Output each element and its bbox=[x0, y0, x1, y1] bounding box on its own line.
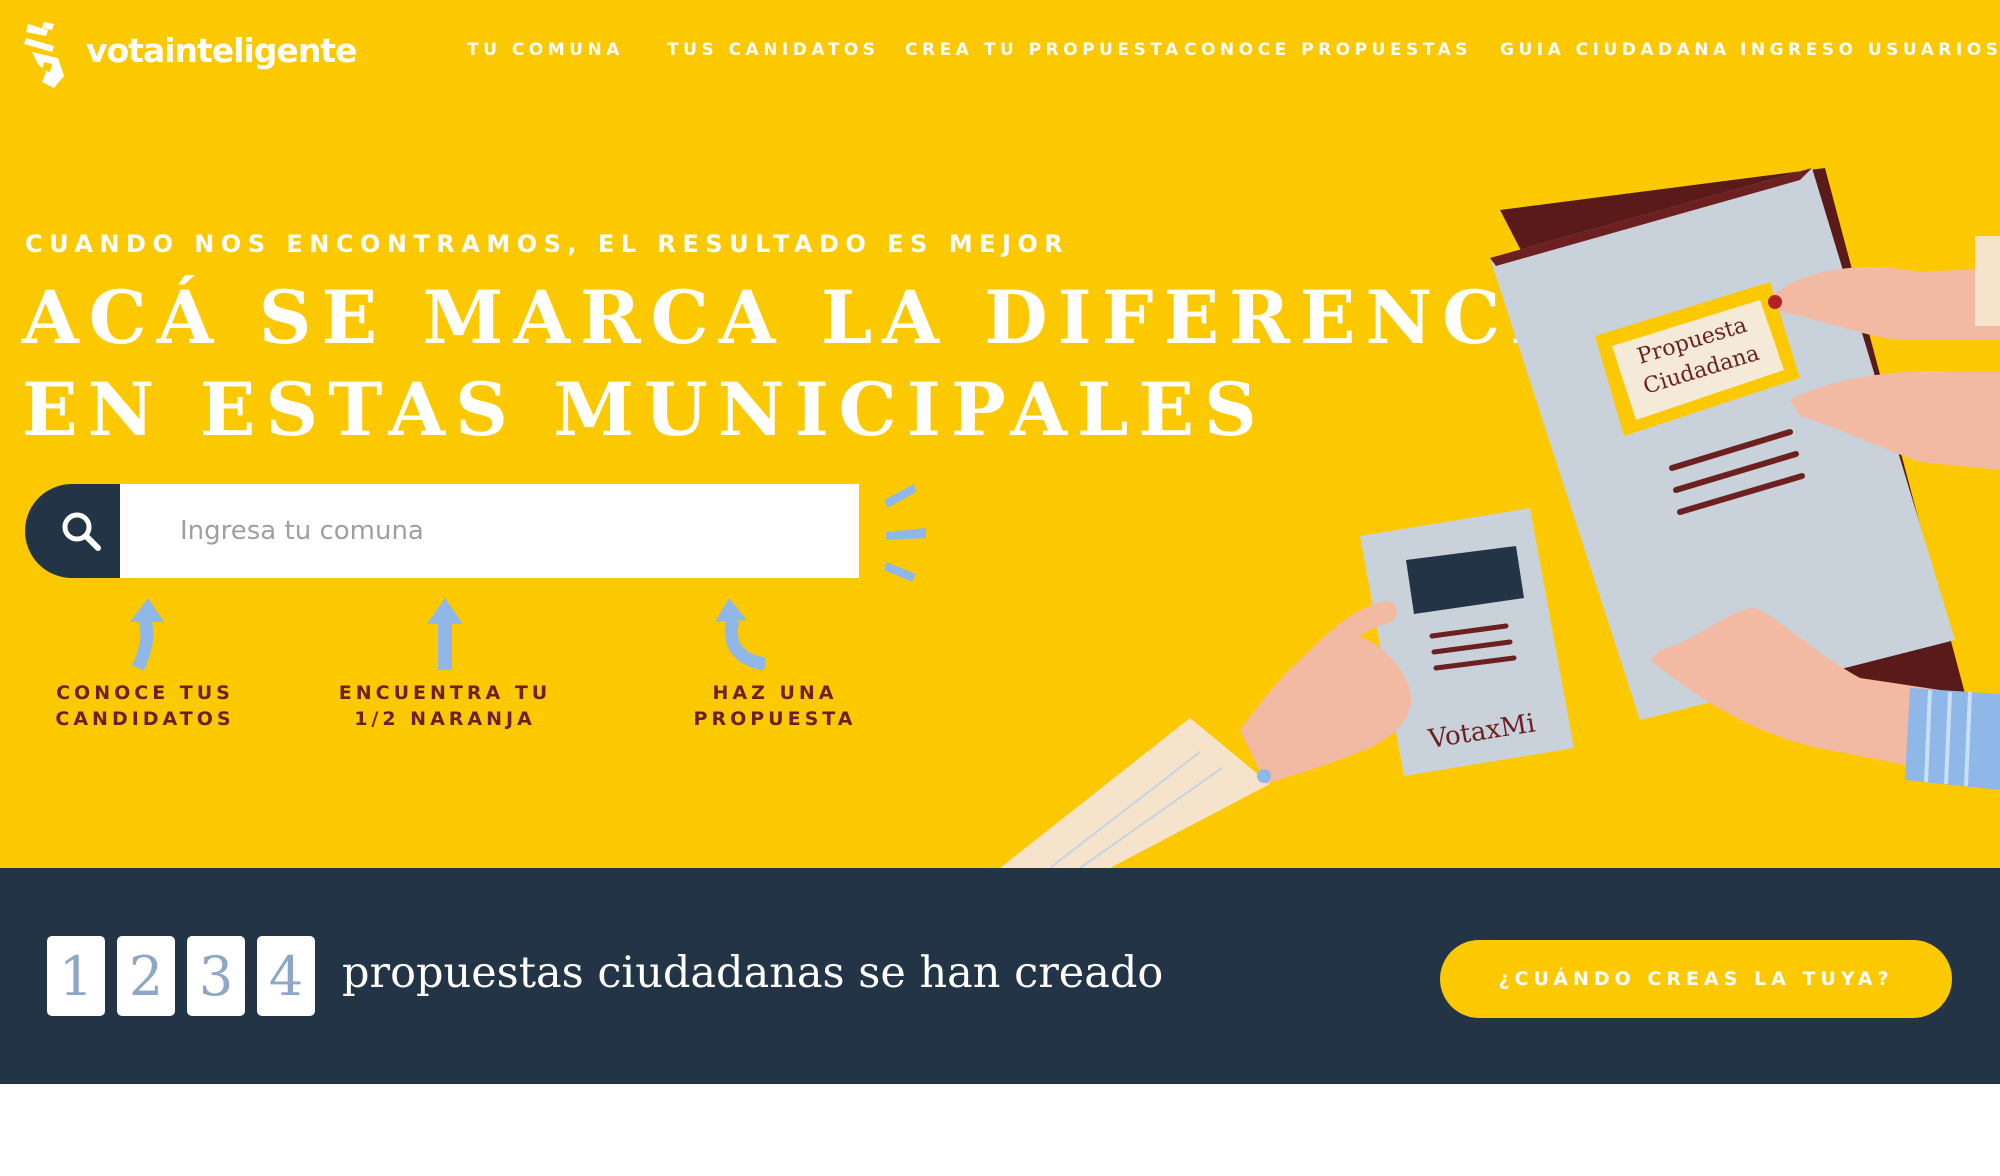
hint-media-naranja[interactable]: ENCUENTRA TU 1/2 NARANJA bbox=[335, 598, 555, 732]
nav-conoce-propuestas[interactable]: CONOCE PROPUESTAS bbox=[1184, 40, 1472, 60]
logo-icon bbox=[24, 22, 64, 88]
hint-label: ENCUENTRA TU 1/2 NARANJA bbox=[338, 682, 552, 730]
create-proposal-cta-button[interactable]: ¿CUÁNDO CREAS LA TUYA? bbox=[1440, 940, 1952, 1018]
counter-digit: 3 bbox=[187, 936, 245, 1016]
hint-label: HAZ UNA PROPUESTA bbox=[693, 682, 857, 730]
up-arrow-icon bbox=[427, 598, 463, 670]
comuna-search-input[interactable] bbox=[120, 484, 859, 578]
curved-arrow-icon bbox=[715, 598, 767, 670]
counter-digit: 4 bbox=[257, 936, 315, 1016]
sparkle-decoration bbox=[884, 484, 926, 582]
brand-name: votainteligente bbox=[86, 30, 357, 70]
comuna-search bbox=[25, 484, 859, 578]
counter-digit: 2 bbox=[117, 936, 175, 1016]
hint-propuesta[interactable]: HAZ UNA PROPUESTA bbox=[680, 598, 870, 732]
proposal-counter: 1 2 3 4 bbox=[47, 936, 315, 1016]
counter-text: propuestas ciudadanas se han creado bbox=[342, 948, 1164, 998]
hands-exchanging-documents-illustration: Propuesta Ciudadana VotaxMi bbox=[1000, 168, 2000, 868]
nav-guia-ciudadana[interactable]: GUIA CIUDADANA bbox=[1500, 40, 1731, 60]
search-icon bbox=[62, 512, 101, 551]
nav-ingreso-usuarios[interactable]: INGRESO USUARIOS bbox=[1740, 40, 2000, 60]
hero-section: votainteligente TU COMUNA TUS CANIDATOS … bbox=[0, 0, 2000, 868]
brand-logo[interactable]: votainteligente bbox=[24, 22, 357, 92]
hint-label: CONOCE TUS CANDIDATOS bbox=[55, 682, 235, 730]
hint-candidatos[interactable]: CONOCE TUS CANDIDATOS bbox=[50, 598, 240, 732]
nav-crea-tu-propuesta[interactable]: CREA TU PROPUESTA bbox=[905, 40, 1183, 60]
counter-digit: 1 bbox=[47, 936, 105, 1016]
hero-subtitle: CUANDO NOS ENCONTRAMOS, EL RESULTADO ES … bbox=[25, 230, 1070, 258]
nav-tus-candidatos[interactable]: TUS CANIDATOS bbox=[667, 40, 880, 60]
nav-tu-comuna[interactable]: TU COMUNA bbox=[467, 40, 624, 60]
curved-arrow-icon bbox=[130, 598, 164, 670]
